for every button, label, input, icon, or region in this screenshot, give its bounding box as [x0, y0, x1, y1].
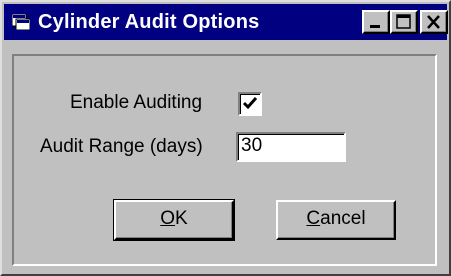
enable-auditing-checkbox[interactable]: [238, 92, 262, 116]
dialog-window: Cylinder Audit Options Enable Auditing A…: [0, 0, 451, 276]
maximize-button[interactable]: [390, 10, 418, 34]
app-window-icon[interactable]: [11, 13, 31, 31]
close-icon: [427, 15, 440, 29]
close-button[interactable]: [420, 10, 448, 34]
enable-auditing-label: Enable Auditing: [70, 92, 203, 113]
ok-button[interactable]: OK: [113, 199, 235, 241]
title-bar[interactable]: Cylinder Audit Options: [4, 4, 448, 40]
minimize-icon: [370, 25, 380, 28]
audit-range-label: Audit Range (days): [40, 136, 203, 157]
cancel-label: ancel: [320, 208, 366, 229]
cancel-button[interactable]: Cancel: [276, 200, 396, 240]
ok-label: K: [175, 208, 188, 229]
checkmark-icon: [242, 97, 258, 110]
cancel-mnemonic: C: [306, 208, 321, 229]
minimize-button[interactable]: [362, 10, 390, 34]
maximize-icon: [396, 14, 411, 29]
ok-mnemonic: O: [160, 208, 176, 229]
options-panel: Enable Auditing Audit Range (days) 30 OK…: [12, 54, 437, 266]
window-title: Cylinder Audit Options: [38, 11, 260, 33]
audit-range-input[interactable]: 30: [236, 132, 346, 162]
